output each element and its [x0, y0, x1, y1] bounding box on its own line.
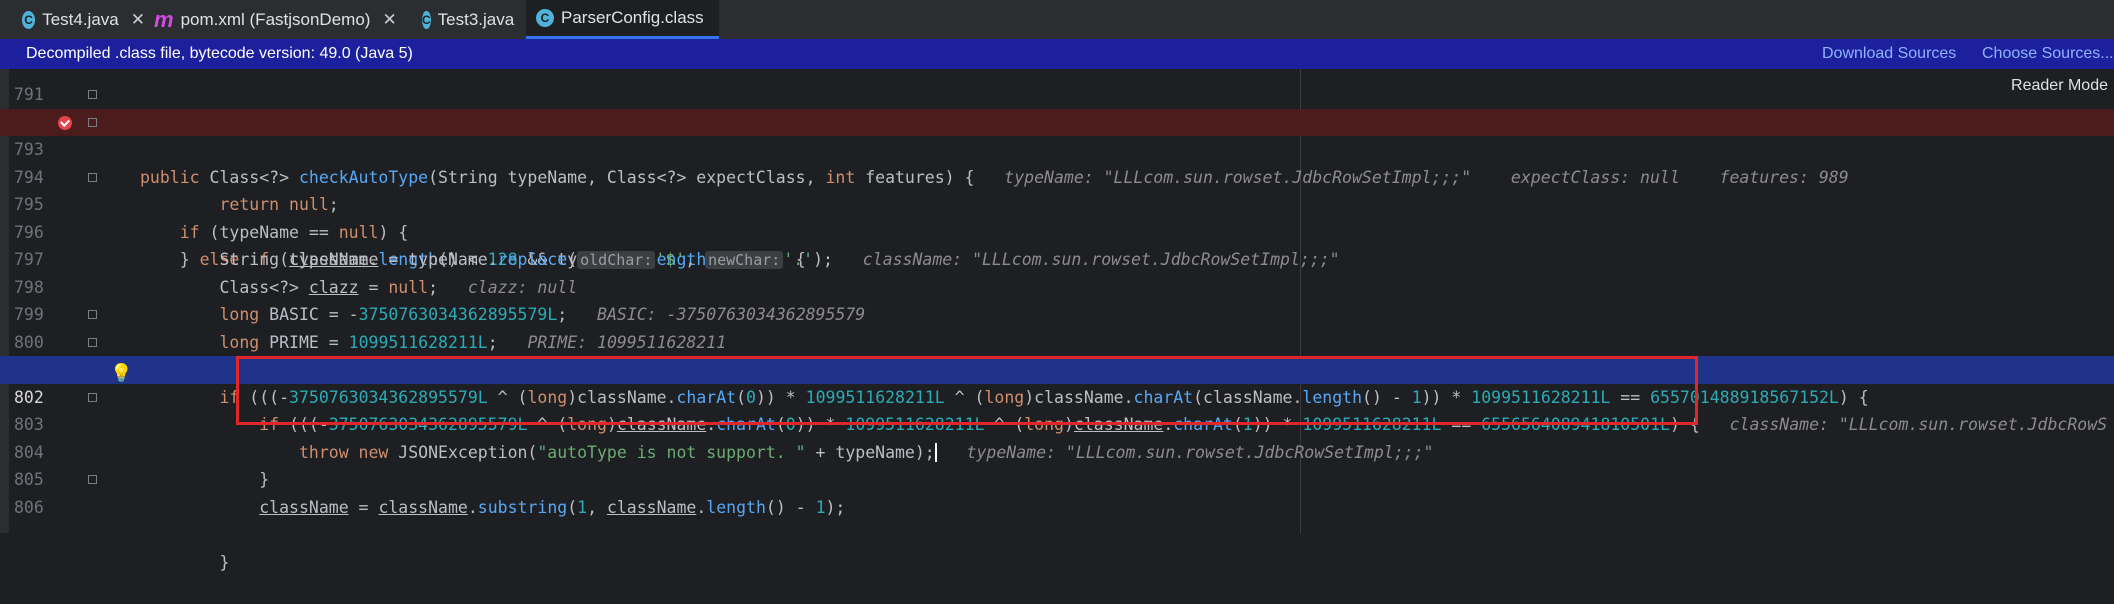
code-line: 792 public Class<?> checkAutoType(String…	[0, 81, 2114, 187]
code-line: 806 }	[0, 466, 2114, 572]
code-text: }	[140, 552, 230, 572]
code-line: 791 }	[0, 53, 2114, 132]
code-line: 797 Class<?> clazz = null; clazz: null	[0, 219, 2114, 297]
tab-test4-java[interactable]: C Test4.java ✕	[0, 0, 145, 39]
close-icon[interactable]: ✕	[382, 10, 396, 30]
code-editor[interactable]: Reader Mode 791 } 792 public Class<?> ch…	[0, 69, 2114, 572]
maven-icon: m	[154, 6, 174, 32]
class-file-icon: C	[536, 9, 554, 27]
code-line: 800 if (((-3750763034362895579L ^ (long)…	[0, 301, 2114, 407]
tab-label: pom.xml (FastjsonDemo)	[180, 9, 371, 29]
tab-test3-java[interactable]: C Test3.java ✕	[400, 0, 540, 39]
tab-pom-xml[interactable]: m pom.xml (FastjsonDemo) ✕	[132, 0, 417, 39]
java-class-icon: C	[422, 10, 431, 29]
fold-marker-icon[interactable]	[88, 392, 97, 402]
fold-marker-icon[interactable]	[88, 310, 97, 319]
line-number: 806	[14, 497, 44, 517]
code-line-breakpoint: 793 if (typeName == null) {	[0, 108, 2114, 242]
code-line: 795 } else if (typeName.length() < 128 &…	[0, 164, 2114, 269]
breakpoint-icon[interactable]	[58, 115, 72, 130]
tab-label: ParserConfig.class	[561, 8, 704, 27]
code-line: 798 long BASIC = -3750763034362895579L; …	[0, 246, 2114, 325]
fold-marker-icon[interactable]	[88, 172, 97, 182]
fold-marker-icon[interactable]	[88, 117, 97, 127]
tab-label: Test3.java	[437, 9, 515, 29]
tab-label: Test4.java	[42, 9, 119, 29]
code-line: 799 long PRIME = 1099511628211L; PRIME: …	[0, 274, 2114, 352]
tab-parserconfig-class[interactable]: C ParserConfig.class	[526, 0, 719, 39]
fold-marker-icon[interactable]	[88, 337, 97, 347]
code-line: 794 return null;	[0, 136, 2114, 215]
code-line: 796 String className = typeName.replace(…	[0, 191, 2114, 269]
annotation-highlight-box	[236, 356, 1698, 425]
fold-marker-icon[interactable]	[88, 90, 97, 99]
code-line: 801 if (((-3750763034362895579L ^ (long)…	[0, 329, 2114, 434]
code-text: className = className.substring(1, class…	[259, 497, 846, 517]
fold-marker-icon[interactable]	[88, 475, 97, 484]
code-line: 805 className = className.substring(1, c…	[0, 439, 2114, 517]
java-class-icon: C	[22, 10, 36, 29]
editor-tab-bar: C Test4.java ✕ m pom.xml (FastjsonDemo) …	[0, 0, 2114, 40]
